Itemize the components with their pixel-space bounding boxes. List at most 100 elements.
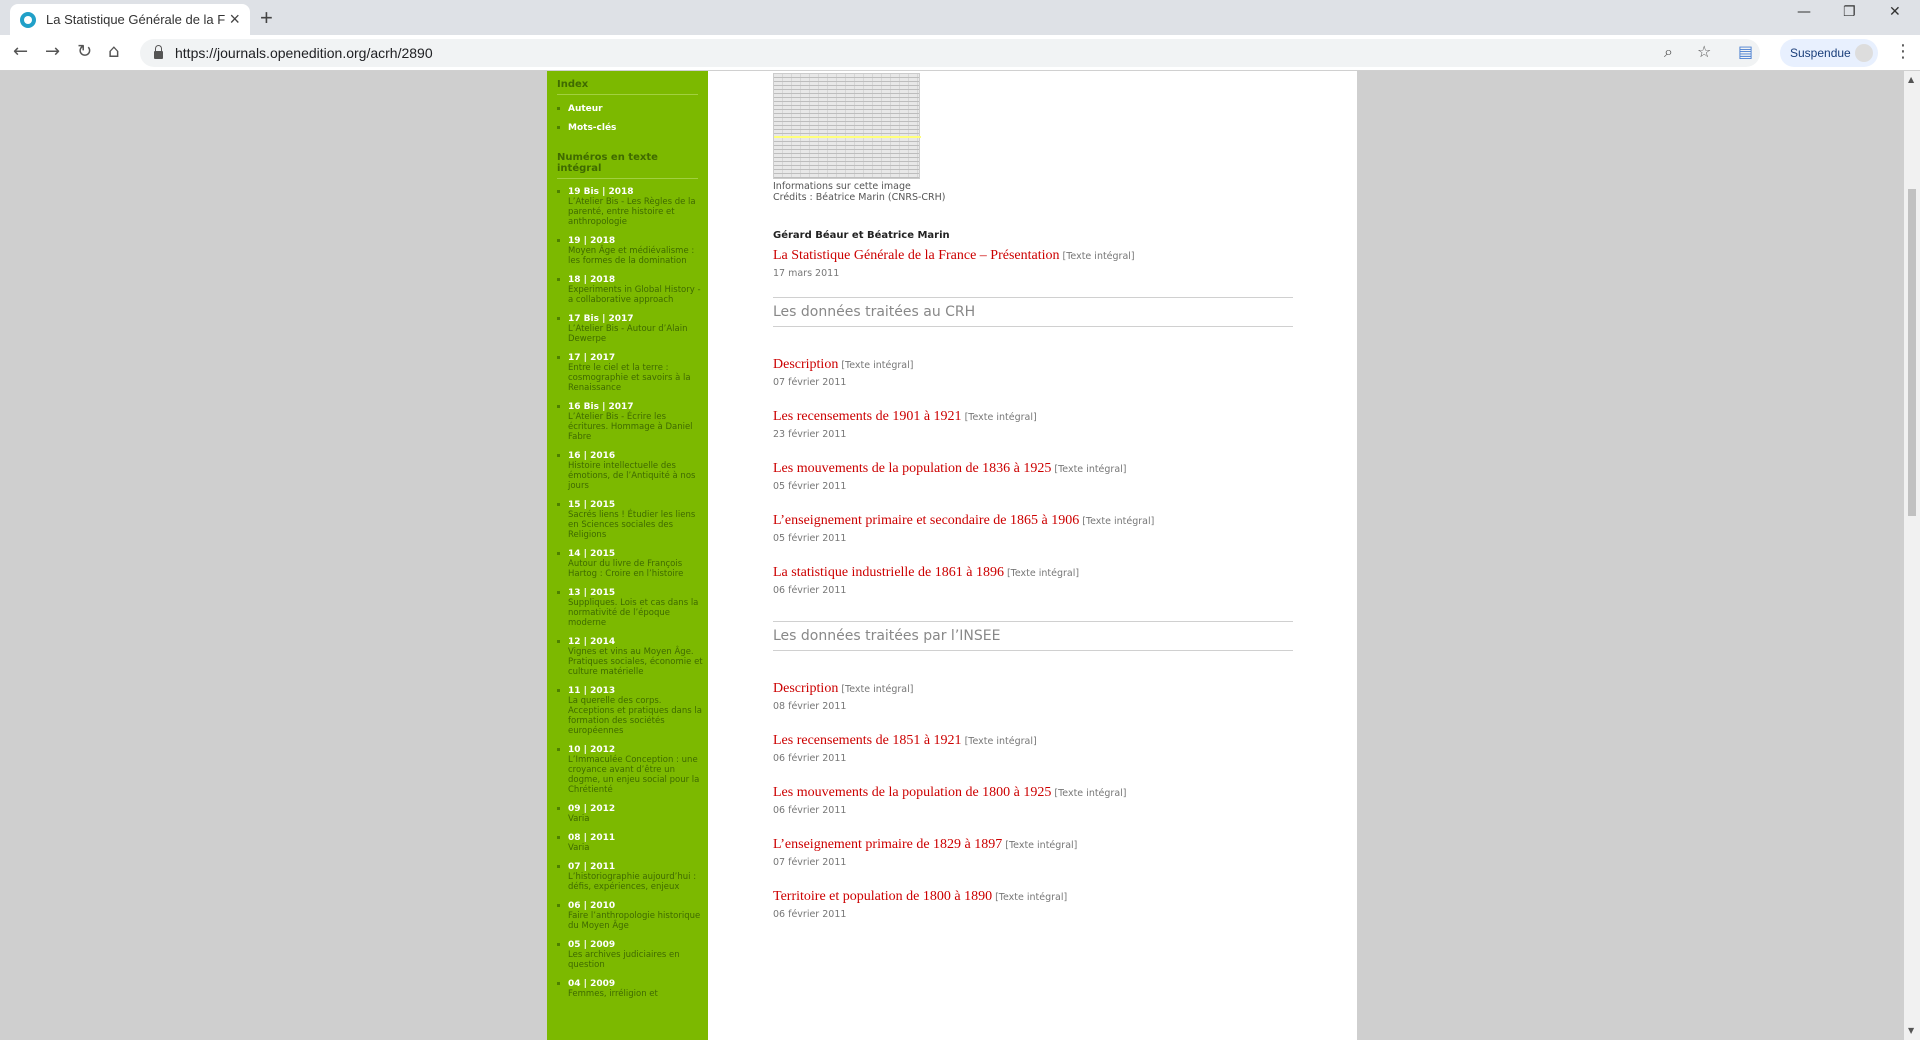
issue-title[interactable]: Varia [568,843,704,853]
article-link[interactable]: La Statistique Générale de la France – P… [773,248,1060,263]
full-text-link[interactable]: [Texte intégral] [841,360,913,371]
forward-icon[interactable]: → [45,41,60,62]
minimize-button[interactable]: — [1797,4,1811,20]
issue-number[interactable]: 10 | 2012 [568,745,708,755]
issue-title[interactable]: La querelle des corps. Acceptions et pra… [568,696,704,736]
full-text-link[interactable]: [Texte intégral] [1063,251,1135,262]
issue-item[interactable]: 19 Bis | 2018 L’Atelier Bis - Les Règles … [557,187,708,227]
issue-number[interactable]: 08 | 2011 [568,833,708,843]
menu-icon[interactable]: ⋮ [1894,41,1912,62]
issue-title[interactable]: Faire l’anthropologie historique du Moye… [568,911,704,931]
scroll-down-icon[interactable]: ▼ [1908,1026,1914,1035]
issue-title[interactable]: Vignes et vins au Moyen Âge. Pratiques s… [568,647,704,677]
issue-title[interactable]: Entre le ciel et la terre : cosmographie… [568,363,704,393]
issue-number[interactable]: 13 | 2015 [568,588,708,598]
image-info-link[interactable]: Informations sur cette image [773,181,911,192]
issue-item[interactable]: 12 | 2014 Vignes et vins au Moyen Âge. Pr… [557,637,708,677]
issue-item[interactable]: 17 Bis | 2017 L’Atelier Bis - Autour d’Al… [557,314,708,344]
issue-number[interactable]: 19 Bis | 2018 [568,187,708,197]
article-link[interactable]: Territoire et population de 1800 à 1890 [773,889,992,904]
issue-item[interactable]: 05 | 2009 Les archives judiciaires en que… [557,940,708,970]
full-text-link[interactable]: [Texte intégral] [1082,516,1154,527]
data-table-thumbnail[interactable] [773,73,921,179]
article-link[interactable]: La statistique industrielle de 1861 à 18… [773,565,1004,580]
profile-button[interactable]: Suspendue [1780,39,1878,67]
issue-number[interactable]: 05 | 2009 [568,940,708,950]
issue-item[interactable]: 08 | 2011 Varia [557,833,708,853]
restore-button[interactable]: ❐ [1843,4,1856,20]
article-link[interactable]: Les recensements de 1901 à 1921 [773,409,962,424]
issue-number[interactable]: 11 | 2013 [568,686,708,696]
sidebar-item-mots-cles[interactable]: Mots-clés [557,122,708,141]
sidebar-item-auteur[interactable]: Auteur [557,103,708,122]
issue-number[interactable]: 16 Bis | 2017 [568,402,708,412]
issue-number[interactable]: 16 | 2016 [568,451,708,461]
back-icon[interactable]: ← [13,41,28,62]
close-window-button[interactable]: ✕ [1889,4,1901,20]
article-link[interactable]: Les mouvements de la population de 1836 … [773,461,1051,476]
issue-title[interactable]: L’Immaculée Conception : une croyance av… [568,755,704,795]
issue-item[interactable]: 10 | 2012 L’Immaculée Conception : une cr… [557,745,708,795]
issue-title[interactable]: L’Atelier Bis - Autour d’Alain Dewerpe [568,324,704,344]
issue-title[interactable]: Suppliques. Lois et cas dans la normativ… [568,598,704,628]
full-text-link[interactable]: [Texte intégral] [1007,568,1079,579]
zoom-icon[interactable]: ⌕ [1664,42,1673,62]
article-link[interactable]: Description [773,357,838,372]
article-link[interactable]: Description [773,681,838,696]
issue-item[interactable]: 13 | 2015 Suppliques. Lois et cas dans la… [557,588,708,628]
scroll-up-icon[interactable]: ▲ [1908,75,1914,84]
article-link[interactable]: L’enseignement primaire et secondaire de… [773,513,1079,528]
issue-number[interactable]: 18 | 2018 [568,275,708,285]
issue-title[interactable]: Autour du livre de François Hartog : Cro… [568,559,704,579]
article-link[interactable]: Les recensements de 1851 à 1921 [773,733,962,748]
issue-title[interactable]: Sacrés liens ! Étudier les liens en Scie… [568,510,704,540]
full-text-link[interactable]: [Texte intégral] [1005,840,1077,851]
browser-tab[interactable]: La Statistique Générale de la Fran × [10,4,250,35]
issue-item[interactable]: 07 | 2011 L’historiographie aujourd’hui :… [557,862,708,892]
issue-item[interactable]: 14 | 2015 Autour du livre de François Har… [557,549,708,579]
issue-title[interactable]: Experiments in Global History - a collab… [568,285,704,305]
issue-number[interactable]: 07 | 2011 [568,862,708,872]
issue-item[interactable]: 06 | 2010 Faire l’anthropologie historiqu… [557,901,708,931]
issue-title[interactable]: Histoire intellectuelle des émotions, de… [568,461,704,491]
issue-number[interactable]: 14 | 2015 [568,549,708,559]
issue-item[interactable]: 17 | 2017 Entre le ciel et la terre : cos… [557,353,708,393]
issue-number[interactable]: 17 Bis | 2017 [568,314,708,324]
full-text-link[interactable]: [Texte intégral] [1054,788,1126,799]
article-link[interactable]: Les mouvements de la population de 1800 … [773,785,1051,800]
issue-number[interactable]: 17 | 2017 [568,353,708,363]
issue-title[interactable]: L’historiographie aujourd’hui : défis, e… [568,872,704,892]
issue-number[interactable]: 19 | 2018 [568,236,708,246]
issue-item[interactable]: 19 | 2018 Moyen Âge et médiévalisme : les… [557,236,708,266]
home-icon[interactable]: ⌂ [108,41,119,62]
url-text[interactable]: https://journals.openedition.org/acrh/28… [175,45,433,61]
full-text-link[interactable]: [Texte intégral] [841,684,913,695]
full-text-link[interactable]: [Texte intégral] [1054,464,1126,475]
new-tab-button[interactable]: + [260,5,273,31]
issue-item[interactable]: 04 | 2009 Femmes, irréligion et [557,979,708,999]
issue-title[interactable]: L’Atelier Bis - Les Règles de la parenté… [568,197,704,227]
issue-title[interactable]: Les archives judiciaires en question [568,950,704,970]
full-text-link[interactable]: [Texte intégral] [995,892,1067,903]
scrollbar-thumb[interactable] [1908,189,1916,516]
issue-number[interactable]: 04 | 2009 [568,979,708,989]
issue-item[interactable]: 16 | 2016 Histoire intellectuelle des émo… [557,451,708,491]
issue-item[interactable]: 18 | 2018 Experiments in Global History -… [557,275,708,305]
tab-close-icon[interactable]: × [229,9,240,30]
reload-icon[interactable]: ↻ [77,41,92,62]
scrollbar[interactable]: ▲ ▼ [1904,71,1920,1040]
bookmark-star-icon[interactable]: ☆ [1697,42,1711,61]
issue-number[interactable]: 06 | 2010 [568,901,708,911]
full-text-link[interactable]: [Texte intégral] [965,412,1037,423]
issue-item[interactable]: 15 | 2015 Sacrés liens ! Étudier les lien… [557,500,708,540]
full-text-link[interactable]: [Texte intégral] [965,736,1037,747]
issue-number[interactable]: 12 | 2014 [568,637,708,647]
issue-number[interactable]: 09 | 2012 [568,804,708,814]
extension-icon[interactable]: ▤ [1738,42,1753,61]
issue-title[interactable]: Femmes, irréligion et [568,989,704,999]
issue-title[interactable]: Moyen Âge et médiévalisme : les formes d… [568,246,704,266]
issue-item[interactable]: 11 | 2013 La querelle des corps. Acceptio… [557,686,708,736]
issue-title[interactable]: Varia [568,814,704,824]
issue-item[interactable]: 09 | 2012 Varia [557,804,708,824]
article-link[interactable]: L’enseignement primaire de 1829 à 1897 [773,837,1002,852]
